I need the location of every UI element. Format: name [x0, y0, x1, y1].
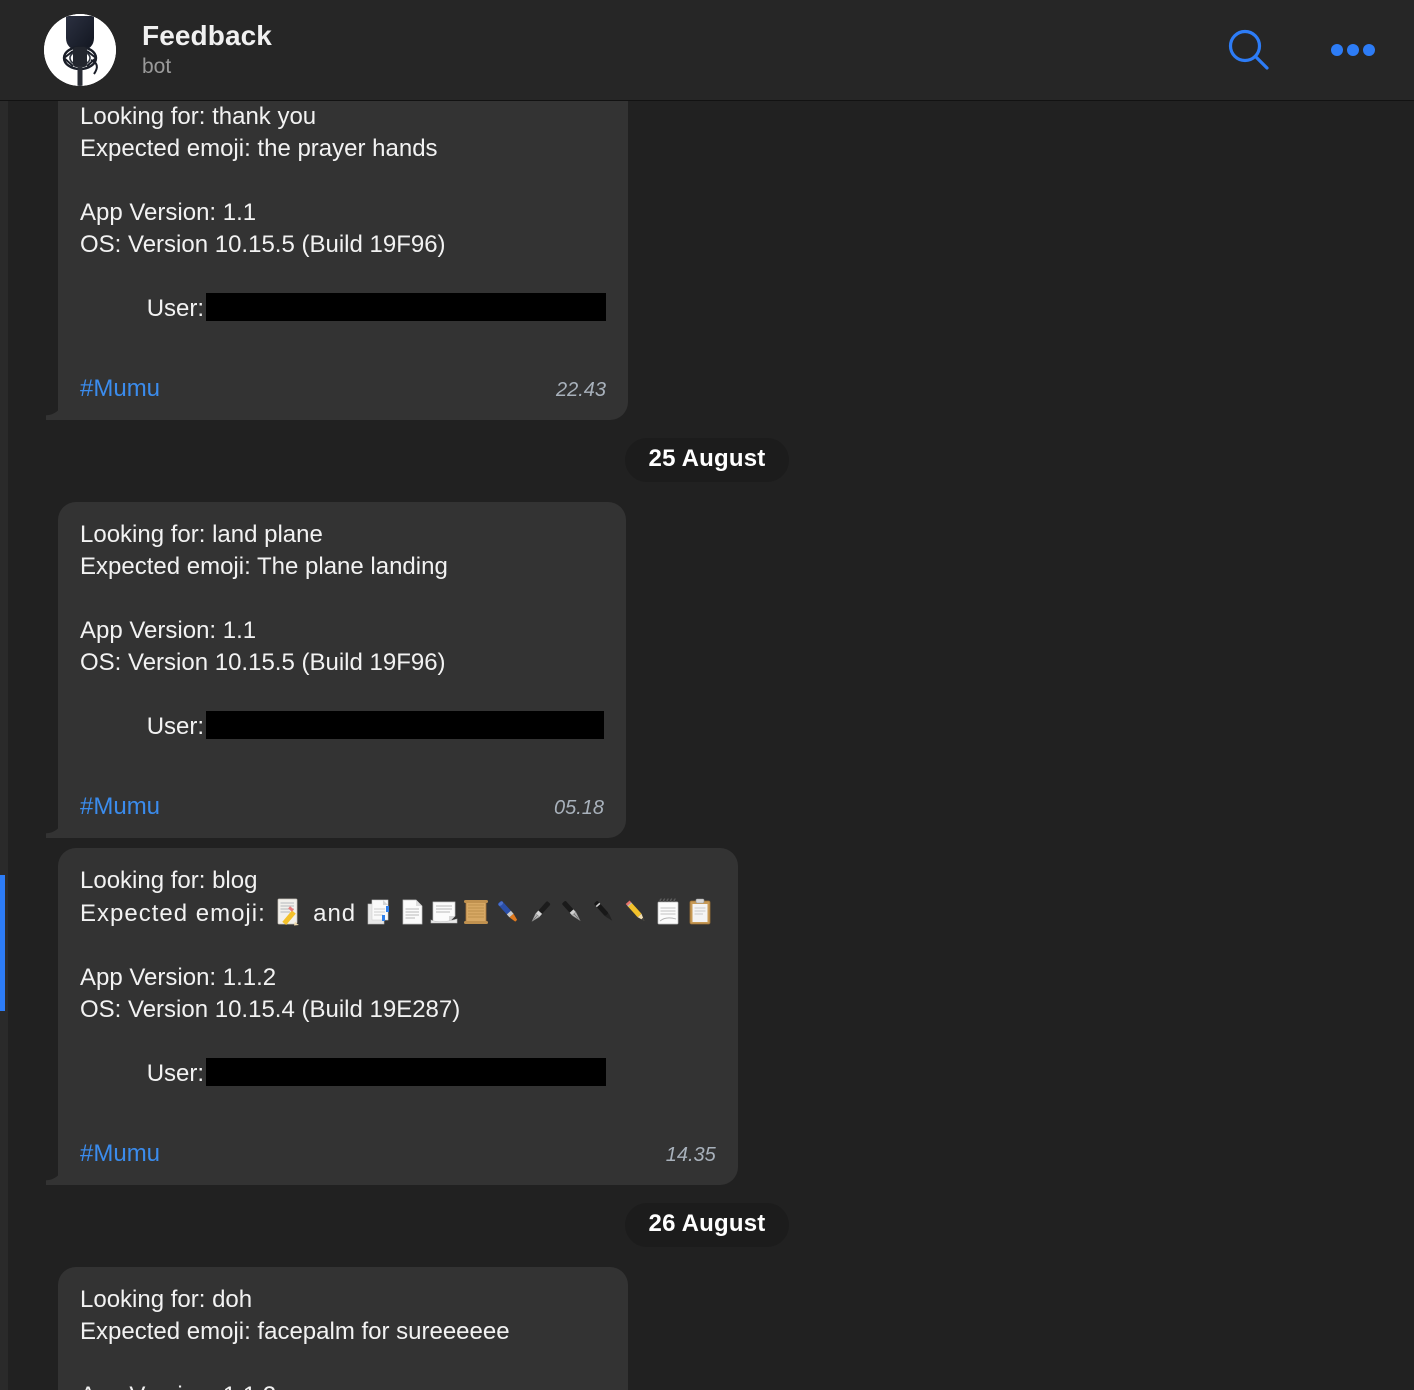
hashtag-link[interactable]: #Mumu	[80, 791, 160, 823]
chat-title: Feedback	[142, 20, 272, 52]
message-line: App Version: 1.1.2	[80, 964, 277, 991]
paintbrush-icon	[493, 897, 523, 927]
message-meta: #Mumu 14.35	[80, 1138, 716, 1171]
message-line: Looking for: land plane	[80, 521, 323, 548]
user-label: User:	[146, 713, 205, 740]
message-line: Expected emoji: the prayer hands	[80, 135, 438, 162]
avatar[interactable]	[44, 14, 116, 86]
bookmark-tabs-icon	[365, 897, 395, 927]
pencil-icon	[621, 897, 651, 927]
date-pill: 26 August	[624, 1203, 790, 1247]
message-bubble[interactable]: Looking for: blog Expected emoji: and Ap…	[58, 848, 738, 1185]
message-meta: #Mumu 22.43	[80, 373, 606, 406]
message-line: Looking for: thank you	[80, 103, 317, 130]
message-line: OS: Version 10.15.4 (Build 19E287)	[80, 996, 461, 1023]
message-bubble[interactable]: Looking for: land plane Expected emoji: …	[58, 502, 627, 838]
studio-microphone-avatar-icon	[44, 14, 116, 86]
redacted-username	[206, 293, 607, 321]
message-line: Looking for: doh	[80, 1286, 253, 1313]
message-list[interactable]: Looking for: thank you Expected emoji: t…	[0, 101, 1414, 1390]
message-meta: #Mumu 05.18	[80, 791, 604, 824]
message-row: Looking for: blog Expected emoji: and Ap…	[0, 848, 1414, 1185]
more-options-icon	[1331, 44, 1375, 56]
chat-screen: Feedback bot Looking for: thank you Expe…	[0, 0, 1414, 1390]
header-title-block[interactable]: Feedback bot	[142, 19, 1218, 80]
message-user-line: User:	[80, 261, 607, 357]
message-row: Looking for: land plane Expected emoji: …	[0, 502, 1414, 838]
hashtag-link[interactable]: #Mumu	[80, 373, 160, 405]
message-timestamp: 22.43	[555, 379, 607, 401]
message-line: App Version: 1.1	[80, 617, 257, 644]
clipboard-icon	[685, 897, 715, 927]
user-label: User:	[146, 1060, 205, 1087]
chat-header: Feedback bot	[0, 0, 1414, 101]
date-divider: 26 August	[0, 1203, 1414, 1247]
message-line: Expected emoji: The plane landing	[80, 553, 448, 580]
date-divider: 25 August	[0, 438, 1414, 482]
message-emoji-line: Expected emoji: and	[80, 897, 716, 930]
redacted-username	[206, 711, 605, 739]
message-timestamp: 05.18	[553, 797, 605, 819]
message-line: OS: Version 10.15.5 (Build 19F96)	[80, 649, 446, 676]
fountain-pen-icon	[557, 897, 587, 927]
scroll-icon	[461, 897, 491, 927]
hashtag-link[interactable]: #Mumu	[80, 1138, 160, 1170]
message-row: Looking for: doh Expected emoji: facepal…	[0, 1267, 1414, 1390]
chat-subtitle: bot	[142, 55, 172, 79]
emoji-line-joiner: and	[305, 900, 364, 927]
page-facing-up-icon	[397, 897, 427, 927]
redacted-username	[206, 1058, 607, 1086]
message-line: Looking for: blog	[80, 867, 258, 894]
message-bubble[interactable]: Looking for: thank you Expected emoji: t…	[58, 101, 629, 420]
message-line: OS: Version 10.15.5 (Build 19F96)	[80, 231, 446, 258]
user-label: User:	[146, 295, 205, 322]
search-icon	[1228, 29, 1269, 70]
emoji-line-prefix: Expected emoji:	[80, 900, 274, 927]
search-button[interactable]	[1218, 19, 1280, 81]
ballpoint-pen-icon	[589, 897, 619, 927]
message-bubble[interactable]: Looking for: doh Expected emoji: facepal…	[58, 1267, 629, 1390]
message-line: App Version: 1.1	[80, 199, 257, 226]
message-timestamp: 14.35	[665, 1144, 716, 1166]
page-with-curl-icon	[429, 897, 459, 927]
memo-icon	[274, 897, 304, 927]
message-line: Expected emoji: facepalm for sureeeeee	[80, 1318, 510, 1345]
spiral-notepad-icon	[653, 897, 683, 927]
message-user-line: User:	[80, 1026, 716, 1122]
date-pill: 25 August	[624, 438, 790, 482]
more-options-button[interactable]	[1322, 19, 1384, 81]
message-line: App Version: 1.1.2	[80, 1380, 606, 1390]
message-user-line: User:	[80, 679, 605, 775]
message-row: Looking for: thank you Expected emoji: t…	[0, 101, 1414, 420]
fountain-pen-nib-icon	[525, 897, 555, 927]
